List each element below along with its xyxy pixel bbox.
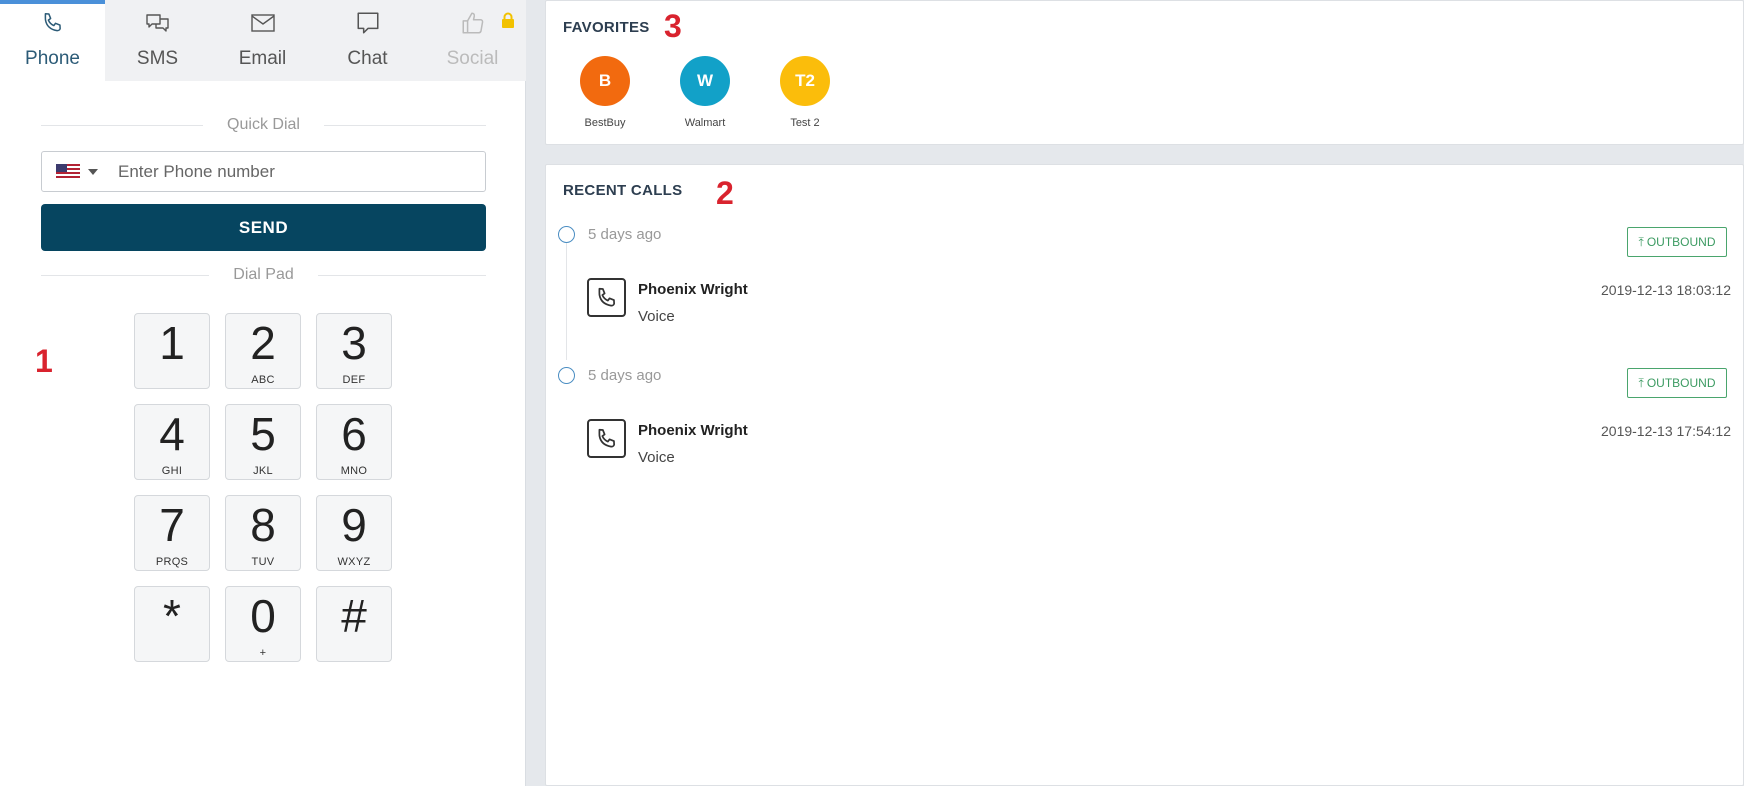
favorites-card: FAVORITES 3 B BestBuy W Walmart T2 Test … bbox=[545, 0, 1744, 145]
phone-number-input[interactable] bbox=[118, 161, 485, 182]
send-button[interactable]: SEND bbox=[41, 204, 486, 251]
key-letters: TUV bbox=[251, 556, 275, 568]
upload-arrow-icon: ⤒ bbox=[1638, 375, 1644, 390]
timeline-dot bbox=[558, 226, 575, 243]
tab-email[interactable]: Email bbox=[210, 0, 315, 81]
dial-pad-label: Dial Pad bbox=[233, 266, 294, 283]
key-letters: GHI bbox=[161, 465, 183, 477]
avatar: B bbox=[580, 56, 630, 106]
call-relative-time: 5 days ago bbox=[588, 226, 662, 243]
key-letters: MNO bbox=[340, 465, 368, 477]
lock-icon bbox=[501, 12, 515, 34]
chat-bubble-icon bbox=[353, 8, 383, 38]
dial-key-8[interactable]: 8 TUV bbox=[225, 495, 301, 571]
key-digit: 3 bbox=[341, 317, 367, 369]
key-letters: + bbox=[259, 647, 267, 659]
tab-label: Phone bbox=[25, 48, 80, 69]
outbound-badge: ⤒ OUTBOUND bbox=[1627, 227, 1727, 257]
country-selector[interactable] bbox=[42, 152, 118, 191]
key-digit: * bbox=[163, 590, 181, 642]
key-digit: 4 bbox=[159, 408, 185, 460]
phone-icon bbox=[587, 419, 626, 458]
key-letters: WXYZ bbox=[337, 556, 371, 568]
dial-pad-divider: Dial Pad bbox=[41, 266, 487, 284]
call-datetime: 2019-12-13 18:03:12 bbox=[1601, 282, 1731, 298]
tab-chat[interactable]: Chat bbox=[315, 0, 420, 81]
key-digit: 5 bbox=[250, 408, 276, 460]
key-digit: # bbox=[341, 590, 367, 642]
communication-panel: Phone SMS Email Chat Social Quick Dial E… bbox=[0, 0, 526, 786]
dial-key-4[interactable]: 4 GHI bbox=[134, 404, 210, 480]
dial-key-6[interactable]: 6 MNO bbox=[316, 404, 392, 480]
key-digit: 8 bbox=[250, 499, 276, 551]
key-letters: ABC bbox=[251, 374, 275, 386]
badge-label: OUTBOUND bbox=[1646, 376, 1716, 390]
tab-label: Email bbox=[238, 48, 287, 69]
tab-label: SMS bbox=[136, 48, 179, 69]
favorite-contact[interactable]: T2 Test 2 bbox=[770, 56, 840, 129]
thumbs-up-icon bbox=[458, 8, 488, 38]
call-type: Voice bbox=[638, 449, 675, 466]
recent-calls-title: RECENT CALLS bbox=[563, 182, 683, 199]
dial-key-0[interactable]: 0 + bbox=[225, 586, 301, 662]
phone-number-input-group bbox=[41, 151, 486, 192]
phone-icon bbox=[38, 8, 68, 38]
caller-name[interactable]: Phoenix Wright bbox=[638, 281, 748, 298]
avatar: T2 bbox=[780, 56, 830, 106]
favorites-title: FAVORITES bbox=[563, 19, 650, 36]
call-datetime: 2019-12-13 17:54:12 bbox=[1601, 423, 1731, 439]
key-digit: 2 bbox=[250, 317, 276, 369]
tab-phone[interactable]: Phone bbox=[0, 0, 105, 81]
key-letters: PRQS bbox=[155, 556, 189, 568]
dial-key-star[interactable]: * bbox=[134, 586, 210, 662]
tab-label: Social bbox=[446, 48, 499, 69]
dial-pad: 1 2 ABC 3 DEF 4 GHI 5 JKL 6 MNO 7 PRQS 8 TUV 9 W… bbox=[134, 313, 392, 662]
chat-bubbles-icon bbox=[143, 8, 173, 38]
recent-calls-card: RECENT CALLS 2 5 days ago ⤒ OUTBOUND Pho… bbox=[545, 164, 1744, 786]
quick-dial-divider: Quick Dial bbox=[41, 116, 486, 134]
annotation-marker-3: 3 bbox=[664, 8, 682, 44]
key-letters: DEF bbox=[342, 374, 366, 386]
call-relative-time: 5 days ago bbox=[588, 367, 662, 384]
dial-key-1[interactable]: 1 bbox=[134, 313, 210, 389]
dial-key-7[interactable]: 7 PRQS bbox=[134, 495, 210, 571]
key-digit: 1 bbox=[159, 317, 185, 369]
dial-key-hash[interactable]: # bbox=[316, 586, 392, 662]
timeline-dot bbox=[558, 367, 575, 384]
favorite-contact[interactable]: W Walmart bbox=[670, 56, 740, 129]
key-digit: 9 bbox=[341, 499, 367, 551]
dial-key-3[interactable]: 3 DEF bbox=[316, 313, 392, 389]
key-digit: 6 bbox=[341, 408, 367, 460]
favorite-name: Walmart bbox=[684, 117, 726, 129]
key-digit: 0 bbox=[250, 590, 276, 642]
envelope-icon bbox=[248, 8, 278, 38]
us-flag-icon bbox=[56, 164, 80, 179]
key-digit: 7 bbox=[159, 499, 185, 551]
quick-dial-label: Quick Dial bbox=[227, 116, 300, 133]
upload-arrow-icon: ⤒ bbox=[1638, 234, 1644, 249]
dial-key-9[interactable]: 9 WXYZ bbox=[316, 495, 392, 571]
dial-key-2[interactable]: 2 ABC bbox=[225, 313, 301, 389]
key-letters: JKL bbox=[253, 465, 273, 477]
timeline-line bbox=[566, 235, 567, 360]
tab-social[interactable]: Social bbox=[420, 0, 525, 81]
favorite-contact[interactable]: B BestBuy bbox=[570, 56, 640, 129]
favorite-name: BestBuy bbox=[584, 117, 626, 129]
caller-name[interactable]: Phoenix Wright bbox=[638, 422, 748, 439]
favorite-name: Test 2 bbox=[790, 117, 820, 129]
tab-label: Chat bbox=[347, 48, 388, 69]
annotation-marker-2: 2 bbox=[716, 175, 734, 211]
phone-icon bbox=[587, 278, 626, 317]
channel-tabs: Phone SMS Email Chat Social bbox=[0, 0, 526, 81]
outbound-badge: ⤒ OUTBOUND bbox=[1627, 368, 1727, 398]
chevron-down-icon bbox=[88, 168, 98, 175]
dial-key-5[interactable]: 5 JKL bbox=[225, 404, 301, 480]
tab-sms[interactable]: SMS bbox=[105, 0, 210, 81]
annotation-marker-1: 1 bbox=[35, 343, 53, 379]
avatar: W bbox=[680, 56, 730, 106]
badge-label: OUTBOUND bbox=[1646, 235, 1716, 249]
call-type: Voice bbox=[638, 308, 675, 325]
